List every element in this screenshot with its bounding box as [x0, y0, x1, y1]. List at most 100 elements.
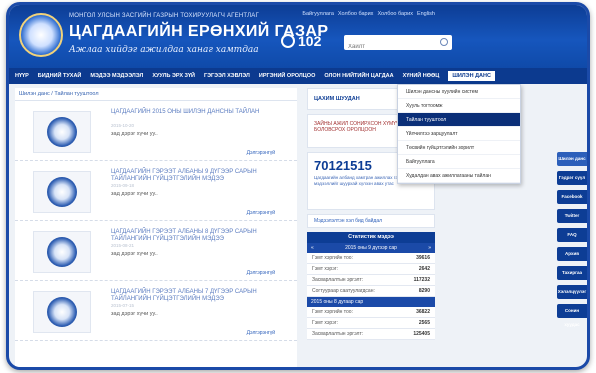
- org-slogan: Ажлаа хийдэг ажилдаа ханаг хамтдаа: [69, 45, 259, 55]
- news-title[interactable]: ЦАГДААГИЙН ГЭРЭЭТ АЛБАНЫ 8 ДҮГЭЭР САРЫН …: [111, 229, 289, 243]
- top-link[interactable]: Холбоо барих: [377, 11, 413, 17]
- stats-month-selector: « 2015 оны 9 дүгээр сар »: [307, 243, 435, 253]
- social-tab[interactable]: Шилэн данс: [557, 152, 587, 166]
- search-box: [344, 35, 452, 55]
- next-month-icon[interactable]: »: [428, 245, 431, 251]
- news-excerpt: зад дэрэг хүчи уу..: [111, 191, 158, 197]
- news-excerpt: зад дэрэг хүчи уу..: [111, 131, 158, 137]
- police-emblem-icon: [47, 117, 77, 147]
- breadcrumb[interactable]: Шилэн данс / Тайлан тууштоол: [15, 88, 297, 101]
- dropdown-item[interactable]: Хууль тогтоомж: [398, 99, 520, 113]
- news-thumbnail[interactable]: [33, 291, 91, 333]
- news-item[interactable]: ЦАГДААГИЙН ГЭРЭЭТ АЛБАНЫ 7 ДҮГЭЭР САРЫН …: [15, 281, 297, 341]
- social-tab[interactable]: Гэдрэг сүүл: [557, 171, 587, 185]
- top-link[interactable]: Байгууллага: [302, 11, 334, 17]
- dropdown-item[interactable]: Шилэн дансны хуулийн систем: [398, 85, 520, 99]
- read-more-link[interactable]: Дэлгэрэнгүй: [247, 150, 275, 156]
- police-emblem-icon: [47, 297, 77, 327]
- news-date: 2015-10-20: [111, 123, 135, 128]
- news-title[interactable]: ЦАГДААГИЙН ГЭРЭЭТ АЛБАНЫ 7 ДҮГЭЭР САРЫН …: [111, 289, 289, 303]
- faq-tab[interactable]: FAQ: [557, 228, 587, 242]
- nav-item-active[interactable]: ШИЛЭН ДАНС: [448, 71, 495, 81]
- stat-row: Засварлалтын эргэлт: 125405: [307, 329, 435, 340]
- news-thumbnail[interactable]: [33, 231, 91, 273]
- stat-label: Гэмт хэргийн тоо:: [312, 309, 353, 315]
- dropdown-item[interactable]: Байгууллага: [398, 155, 520, 169]
- stat-value: 2642: [418, 266, 430, 272]
- news-title[interactable]: ЦАГДААГИЙН ГЭРЭЭТ АЛБАНЫ 9 ДҮГЭЭР САРЫН …: [111, 169, 289, 183]
- stat-label: Согтуураар саатуулагдсан:: [312, 288, 375, 294]
- stat-row: Гэмт хэрэг: 2642: [307, 264, 435, 275]
- info-link[interactable]: Мэдээлэлтэн хэл бид байдал: [307, 214, 435, 228]
- dropdown-item[interactable]: Худалдан авах ажиллагааны тайлан: [398, 169, 520, 183]
- police-logo[interactable]: [19, 13, 63, 57]
- search-input[interactable]: [344, 39, 432, 55]
- dropdown-item[interactable]: Төсвийн гүйцэтгэлийн зорилт: [398, 141, 520, 155]
- main-nav: НҮҮР БИДНИЙ ТУХАЙ МЭДЭЭ МЭДЭЭЛЭЛ ХУУЛЬ Э…: [9, 68, 587, 84]
- nav-item[interactable]: ИРГЭНИЙ ОРОЛЦОО: [259, 73, 316, 79]
- social-sidebar: Шилэн данс Гэдрэг сүүл Facebook Twitter …: [557, 152, 587, 327]
- stat-row: Согтуураар саатуулагдсан: 8290: [307, 286, 435, 297]
- hotline-number: 102: [298, 33, 322, 49]
- social-tab[interactable]: Хэлэлцүүлэг: [557, 285, 587, 299]
- stat-value: 2565: [418, 320, 430, 326]
- dropdown-item[interactable]: Үйлчилгээ зарцуулалт: [398, 127, 520, 141]
- nav-item[interactable]: ГЭГЭЭЛ ХЭВЛЭЛ: [204, 73, 250, 79]
- news-thumbnail[interactable]: [33, 111, 91, 153]
- stat-label: Гэмт хэргийн тоо:: [312, 255, 353, 261]
- phone-icon: [281, 34, 295, 48]
- prev-month-icon[interactable]: «: [311, 245, 314, 251]
- nav-item[interactable]: БИДНИЙ ТУХАЙ: [38, 73, 82, 79]
- archive-tab[interactable]: Архив: [557, 247, 587, 261]
- stat-value: 125405: [413, 331, 430, 337]
- stats-header: Статистик мэдээ: [307, 232, 435, 243]
- social-tab[interactable]: Сонин хуудас: [557, 304, 587, 327]
- search-icon[interactable]: [440, 38, 448, 46]
- stats-month: 2015 оны 9 дүгээр сар: [345, 245, 397, 251]
- stat-value: 117232: [413, 277, 430, 283]
- read-more-link[interactable]: Дэлгэрэнгүй: [247, 330, 275, 336]
- facebook-tab[interactable]: Facebook: [557, 190, 587, 204]
- stat-label: Гэмт хэрэг:: [312, 266, 338, 272]
- top-links: Байгууллага Холбоо барих Холбоо барих En…: [302, 11, 435, 17]
- news-thumbnail[interactable]: [33, 171, 91, 213]
- nav-item[interactable]: ОЛОН НИЙТИЙН ЦАГДАА: [324, 73, 393, 79]
- news-list: Шилэн данс / Тайлан тууштоол ЦАГДААГИЙН …: [15, 88, 297, 367]
- top-link[interactable]: English: [417, 11, 435, 17]
- nav-item[interactable]: НҮҮР: [15, 73, 29, 79]
- stat-row: Засварлалтын эргэлт: 117232: [307, 275, 435, 286]
- nav-item[interactable]: МЭДЭЭ МЭДЭЭЛЭЛ: [90, 73, 143, 79]
- browser-frame: МОНГОЛ УЛСЫН ЗАСГИЙН ГАЗРЫН ТОХИРУУЛАГЧ …: [6, 2, 590, 370]
- stats-month-label: 2015 оны 8 дугаар сар: [307, 297, 435, 307]
- stat-value: 8290: [418, 288, 430, 294]
- stat-label: Засварлалтын эргэлт:: [312, 277, 364, 283]
- news-date: 2015-08-21: [111, 243, 135, 248]
- org-subtitle: МОНГОЛ УЛСЫН ЗАСГИЙН ГАЗРЫН ТОХИРУУЛАГЧ …: [69, 13, 259, 19]
- nav-item[interactable]: ХУУЛЬ ЭРХ ЗҮЙ: [152, 73, 195, 79]
- nav-item[interactable]: ХҮНИЙ НӨӨЦ: [403, 73, 440, 79]
- twitter-tab[interactable]: Twitter: [557, 209, 587, 223]
- stat-row: Гэмт хэрэг: 2565: [307, 318, 435, 329]
- news-item[interactable]: ЦАГДААГИЙН 2015 ОНЫ ШИЛЭН ДАНСНЫ ТАЙЛАН …: [15, 101, 297, 161]
- news-title[interactable]: ЦАГДААГИЙН 2015 ОНЫ ШИЛЭН ДАНСНЫ ТАЙЛАН: [111, 109, 289, 116]
- dropdown-item-active[interactable]: Тайлан тууштоол: [398, 113, 520, 127]
- news-date: 2015-07-15: [111, 303, 135, 308]
- news-item[interactable]: ЦАГДААГИЙН ГЭРЭЭТ АЛБАНЫ 8 ДҮГЭЭР САРЫН …: [15, 221, 297, 281]
- news-excerpt: зад дэрэг хүчи уу..: [111, 251, 158, 257]
- news-date: 2015-09-18: [111, 183, 135, 188]
- site-header: МОНГОЛ УЛСЫН ЗАСГИЙН ГАЗРЫН ТОХИРУУЛАГЧ …: [9, 5, 587, 68]
- stat-value: 39616: [416, 255, 430, 261]
- police-emblem-icon: [47, 177, 77, 207]
- police-emblem-icon: [47, 237, 77, 267]
- stats-month: 2015 оны 8 дугаар сар: [311, 299, 364, 305]
- glass-account-dropdown: Шилэн дансны хуулийн систем Хууль тогтоо…: [397, 84, 521, 184]
- social-tab[interactable]: Тахиргаа: [557, 266, 587, 280]
- read-more-link[interactable]: Дэлгэрэнгүй: [247, 210, 275, 216]
- stat-label: Засварлалтын эргэлт:: [312, 331, 364, 337]
- stat-label: Гэмт хэрэг:: [312, 320, 338, 326]
- stat-row: Гэмт хэргийн тоо: 39616: [307, 253, 435, 264]
- top-link[interactable]: Холбоо барих: [338, 11, 374, 17]
- news-item[interactable]: ЦАГДААГИЙН ГЭРЭЭТ АЛБАНЫ 9 ДҮГЭЭР САРЫН …: [15, 161, 297, 221]
- stat-value: 36822: [416, 309, 430, 315]
- read-more-link[interactable]: Дэлгэрэнгүй: [247, 270, 275, 276]
